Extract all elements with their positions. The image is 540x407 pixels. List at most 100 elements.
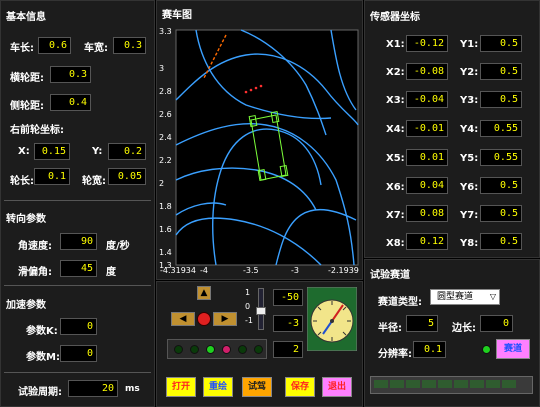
- up-button[interactable]: ▲: [197, 286, 211, 300]
- y-tick: 1.8: [159, 202, 172, 211]
- sensor-y-field[interactable]: 0.5: [480, 177, 522, 194]
- sensor-y-field[interactable]: 0.55: [480, 149, 522, 166]
- progress-cell: [438, 380, 452, 388]
- test-period-label: 试验周期:: [18, 387, 62, 398]
- wheel-width-field[interactable]: 0.05: [108, 168, 146, 185]
- sensor-x-field[interactable]: -0.08: [406, 63, 448, 80]
- slip-angle-field[interactable]: 45: [60, 260, 97, 277]
- sensor-x-field[interactable]: 0.04: [406, 177, 448, 194]
- sensor-x-field[interactable]: -0.12: [406, 35, 448, 52]
- indicator-led-5: [238, 345, 247, 354]
- sensor-x-label: X7:: [386, 210, 405, 221]
- y-tick: 2.6: [159, 110, 172, 119]
- sensor-x-label: X6:: [386, 182, 405, 193]
- sensor-y-field[interactable]: 0.5: [480, 233, 522, 250]
- control-value-1[interactable]: -50: [273, 289, 303, 306]
- sensor-y-field[interactable]: 0.5: [480, 205, 522, 222]
- y-tick: 1.4: [159, 248, 172, 257]
- control-value-2[interactable]: -3: [273, 315, 303, 332]
- wheel-x-field[interactable]: 0.15: [34, 143, 70, 160]
- test-track-title: 试验赛道: [370, 270, 410, 281]
- arrow-right-icon: ▶: [221, 314, 229, 324]
- side-track-field[interactable]: 0.4: [50, 94, 91, 111]
- car-width-field[interactable]: 0.3: [113, 37, 146, 54]
- right-button[interactable]: ▶: [213, 312, 237, 326]
- y-tick: 1.6: [159, 225, 172, 234]
- control-value-3[interactable]: 2: [273, 341, 303, 358]
- open-button[interactable]: 打开: [166, 377, 196, 397]
- sensor-y-label: Y6:: [460, 182, 479, 193]
- sensor-y-field[interactable]: 0.5: [480, 91, 522, 108]
- x-tick: -3: [291, 266, 299, 275]
- track-plot-title: 赛车图: [162, 10, 192, 21]
- sensor-x-field[interactable]: -0.01: [406, 120, 448, 137]
- slider-handle[interactable]: [256, 307, 266, 315]
- wheelbase-label: 横轮距:: [10, 73, 44, 84]
- slider-tick: 1: [245, 288, 251, 297]
- sensor-y-label: Y7:: [460, 210, 479, 221]
- radius-label: 半径:: [378, 323, 402, 334]
- progress-cell: [454, 380, 468, 388]
- y-tick: 3.3: [159, 27, 172, 36]
- angular-velocity-field[interactable]: 90: [60, 233, 97, 250]
- save-button[interactable]: 保存: [285, 377, 315, 397]
- resolution-field[interactable]: 0.1: [413, 341, 446, 358]
- sensor-y-field[interactable]: 0.5: [480, 63, 522, 80]
- basic-info-title: 基本信息: [6, 12, 46, 23]
- stop-button[interactable]: [197, 312, 211, 326]
- wheel-x-label: X:: [18, 146, 30, 157]
- sensor-y-field[interactable]: 0.55: [480, 120, 522, 137]
- direction-pad: ▲ ◀ ▶: [165, 286, 240, 334]
- indicator-led-1: [174, 345, 183, 354]
- param-k-field[interactable]: 0: [60, 318, 97, 335]
- sensor-x-label: X1:: [386, 39, 405, 50]
- sensor-x-field[interactable]: 0.01: [406, 149, 448, 166]
- test-drive-button[interactable]: 试驾: [242, 377, 272, 397]
- test-period-field[interactable]: 20: [68, 380, 118, 397]
- divider: [4, 372, 151, 373]
- param-m-field[interactable]: 0: [60, 345, 97, 362]
- wheel-length-field[interactable]: 0.1: [34, 168, 70, 185]
- y-tick: 2: [159, 179, 164, 188]
- track-plot[interactable]: 3.3 3 2.8 2.6 2.4 2.2 2 1.8 1.6 1.4 1.3 …: [156, 20, 363, 280]
- track-type-select[interactable]: 圆型赛道 ▽: [430, 289, 500, 305]
- progress-cell: [470, 380, 484, 388]
- sensor-coords-title: 传感器坐标: [370, 12, 420, 23]
- sensor-x-field[interactable]: 0.08: [406, 205, 448, 222]
- track-type-label: 赛道类型:: [378, 297, 422, 308]
- left-button[interactable]: ◀: [171, 312, 195, 326]
- test-period-unit: ms: [125, 384, 140, 394]
- right-front-wheel-label: 右前轮坐标:: [10, 125, 64, 136]
- slider-tick: 0: [245, 302, 251, 311]
- angular-velocity-label: 角速度:: [18, 241, 52, 252]
- sensor-y-label: Y1:: [460, 39, 479, 50]
- edge-length-field[interactable]: 0: [480, 315, 513, 332]
- speed-slider[interactable]: [256, 288, 266, 330]
- resolution-label: 分辨率:: [378, 349, 412, 360]
- x-axis-ticks: -4.31934 -4 -3.5 -3 -2.1939: [160, 266, 359, 275]
- track-type-value: 圆型赛道: [437, 292, 474, 302]
- wheel-width-label: 轮宽:: [82, 176, 106, 187]
- wheel-y-field[interactable]: 0.2: [108, 143, 146, 160]
- accel-params-title: 加速参数: [6, 300, 46, 311]
- car-length-field[interactable]: 0.6: [38, 37, 71, 54]
- steer-params-title: 转向参数: [6, 214, 46, 225]
- exit-button[interactable]: 退出: [322, 377, 352, 397]
- sensor-x-label: X8:: [386, 238, 405, 249]
- x-tick: -2.1939: [328, 266, 359, 275]
- progress-cell: [422, 380, 436, 388]
- sensor-x-label: X5:: [386, 153, 405, 164]
- sensor-x-field[interactable]: -0.04: [406, 91, 448, 108]
- indicator-led-3: [206, 345, 215, 354]
- divider: [4, 285, 151, 286]
- slip-angle-label: 滑偏角:: [18, 267, 52, 278]
- wheelbase-field[interactable]: 0.3: [50, 66, 91, 83]
- track-button[interactable]: 赛道: [496, 339, 530, 359]
- sensor-x-field[interactable]: 0.12: [406, 233, 448, 250]
- sensor-y-field[interactable]: 0.5: [480, 35, 522, 52]
- y-axis-ticks: 3.3 3 2.8 2.6 2.4 2.2 2 1.8 1.6 1.4 1.3: [159, 27, 172, 270]
- progress-cell: [374, 380, 388, 388]
- radius-field[interactable]: 5: [406, 315, 438, 332]
- redraw-button[interactable]: 重绘: [203, 377, 233, 397]
- side-track-label: 侧轮距:: [10, 101, 44, 112]
